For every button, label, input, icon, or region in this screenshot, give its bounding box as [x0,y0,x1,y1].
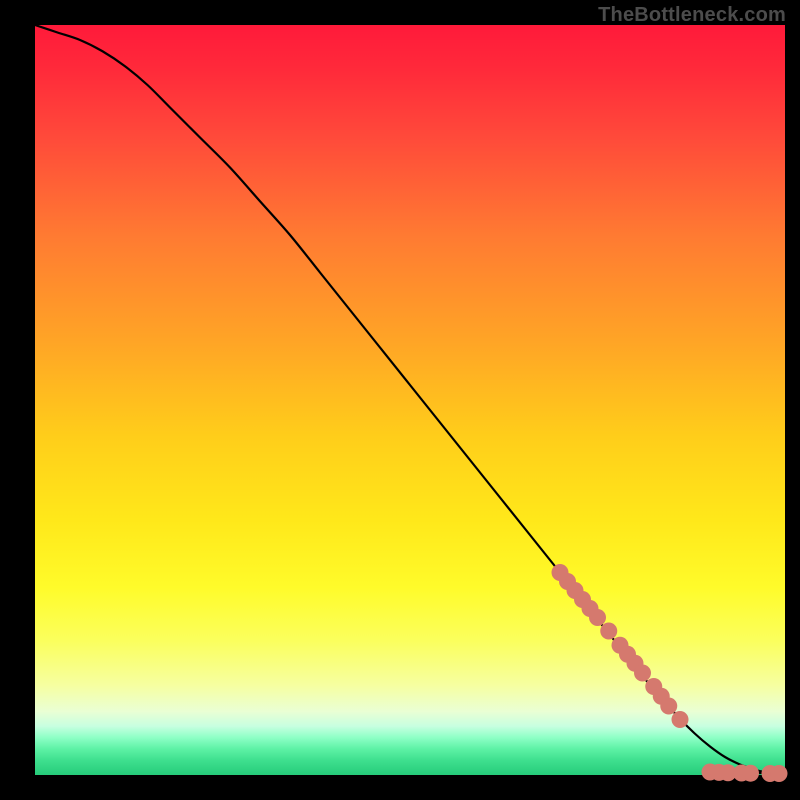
data-marker [660,698,677,715]
data-marker [771,765,788,782]
data-marker [634,665,651,682]
data-marker [600,623,617,640]
chart-container: TheBottleneck.com [0,0,800,800]
curve-layer [35,25,785,775]
bottleneck-curve [35,25,785,775]
marker-group [552,564,788,782]
data-marker [672,711,689,728]
data-marker [589,609,606,626]
data-marker [742,765,759,782]
plot-area [35,25,785,775]
watermark-text: TheBottleneck.com [598,4,786,27]
